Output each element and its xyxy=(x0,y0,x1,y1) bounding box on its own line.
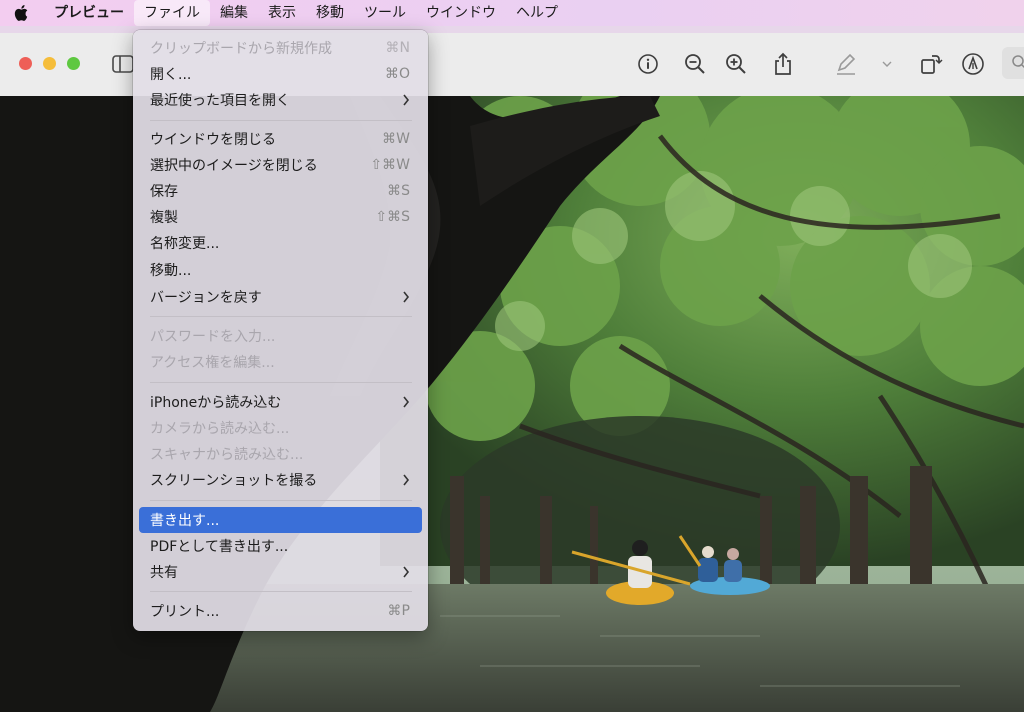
menu-item-rename[interactable]: 名称変更... xyxy=(139,230,422,256)
menu-item-edit-permissions[interactable]: アクセス権を編集... xyxy=(139,349,422,375)
menu-item-save[interactable]: 保存 ⌘S xyxy=(139,178,422,204)
menu-item-print[interactable]: プリント... ⌘P xyxy=(139,598,422,624)
menu-help[interactable]: ヘルプ xyxy=(506,0,568,26)
share-icon[interactable] xyxy=(771,52,795,76)
menu-item-import-from-iphone[interactable]: iPhoneから読み込む xyxy=(139,389,422,415)
minimize-window-button[interactable] xyxy=(43,57,56,70)
menu-item-enter-password[interactable]: パスワードを入力... xyxy=(139,323,422,349)
menu-go[interactable]: 移動 xyxy=(306,0,354,26)
menu-window[interactable]: ウインドウ xyxy=(416,0,506,26)
apple-logo-icon[interactable] xyxy=(11,4,33,22)
close-window-button[interactable] xyxy=(19,57,32,70)
info-icon[interactable] xyxy=(636,52,660,76)
menu-tools[interactable]: ツール xyxy=(354,0,416,26)
menu-item-export[interactable]: 書き出す... xyxy=(139,507,422,533)
menu-separator xyxy=(150,382,412,383)
chevron-right-icon xyxy=(400,94,410,106)
zoom-out-icon[interactable] xyxy=(683,52,707,76)
menu-separator xyxy=(150,500,412,501)
menu-bar: プレビュー ファイル 編集 表示 移動 ツール ウインドウ ヘルプ xyxy=(0,0,1024,26)
menu-item-revert[interactable]: バージョンを戻す xyxy=(139,284,422,310)
menu-file[interactable]: ファイル xyxy=(134,0,210,26)
menu-item-duplicate[interactable]: 複製 ⇧⌘S xyxy=(139,204,422,230)
menu-edit[interactable]: 編集 xyxy=(210,0,258,26)
menu-separator xyxy=(150,316,412,317)
chevron-right-icon xyxy=(400,474,410,486)
menu-separator xyxy=(150,120,412,121)
zoom-window-button[interactable] xyxy=(67,57,80,70)
menu-item-share[interactable]: 共有 xyxy=(139,559,422,585)
zoom-in-icon[interactable] xyxy=(724,52,748,76)
menu-item-open[interactable]: 開く... ⌘O xyxy=(139,61,422,87)
chevron-right-icon xyxy=(400,566,410,578)
chevron-right-icon xyxy=(400,396,410,408)
menu-item-close-window[interactable]: ウインドウを閉じる ⌘W xyxy=(139,126,422,152)
menu-separator xyxy=(150,591,412,592)
file-menu-dropdown: クリップボードから新規作成 ⌘N 開く... ⌘O 最近使った項目を開く ウイン… xyxy=(133,30,428,631)
menu-item-close-selected-image[interactable]: 選択中のイメージを閉じる ⇧⌘W xyxy=(139,152,422,178)
menu-item-new-from-clipboard[interactable]: クリップボードから新規作成 ⌘N xyxy=(139,35,422,61)
rotate-icon[interactable] xyxy=(919,52,943,76)
chevron-right-icon xyxy=(400,291,410,303)
menu-item-export-as-pdf[interactable]: PDFとして書き出す... xyxy=(139,533,422,559)
search-field[interactable] xyxy=(1002,47,1024,79)
markup-toolbar-icon[interactable] xyxy=(961,52,985,76)
menu-item-import-from-camera[interactable]: カメラから読み込む... xyxy=(139,415,422,441)
menu-item-move[interactable]: 移動... xyxy=(139,257,422,283)
menu-item-take-screenshot[interactable]: スクリーンショットを撮る xyxy=(139,467,422,493)
menu-view[interactable]: 表示 xyxy=(258,0,306,26)
menu-item-import-from-scanner[interactable]: スキャナから読み込む... xyxy=(139,441,422,467)
sidebar-toggle-icon[interactable] xyxy=(111,52,135,76)
menu-preview[interactable]: プレビュー xyxy=(44,0,134,26)
menu-item-open-recent[interactable]: 最近使った項目を開く xyxy=(139,87,422,113)
chevron-down-icon[interactable] xyxy=(875,52,899,76)
markup-pen-icon[interactable] xyxy=(834,52,858,76)
